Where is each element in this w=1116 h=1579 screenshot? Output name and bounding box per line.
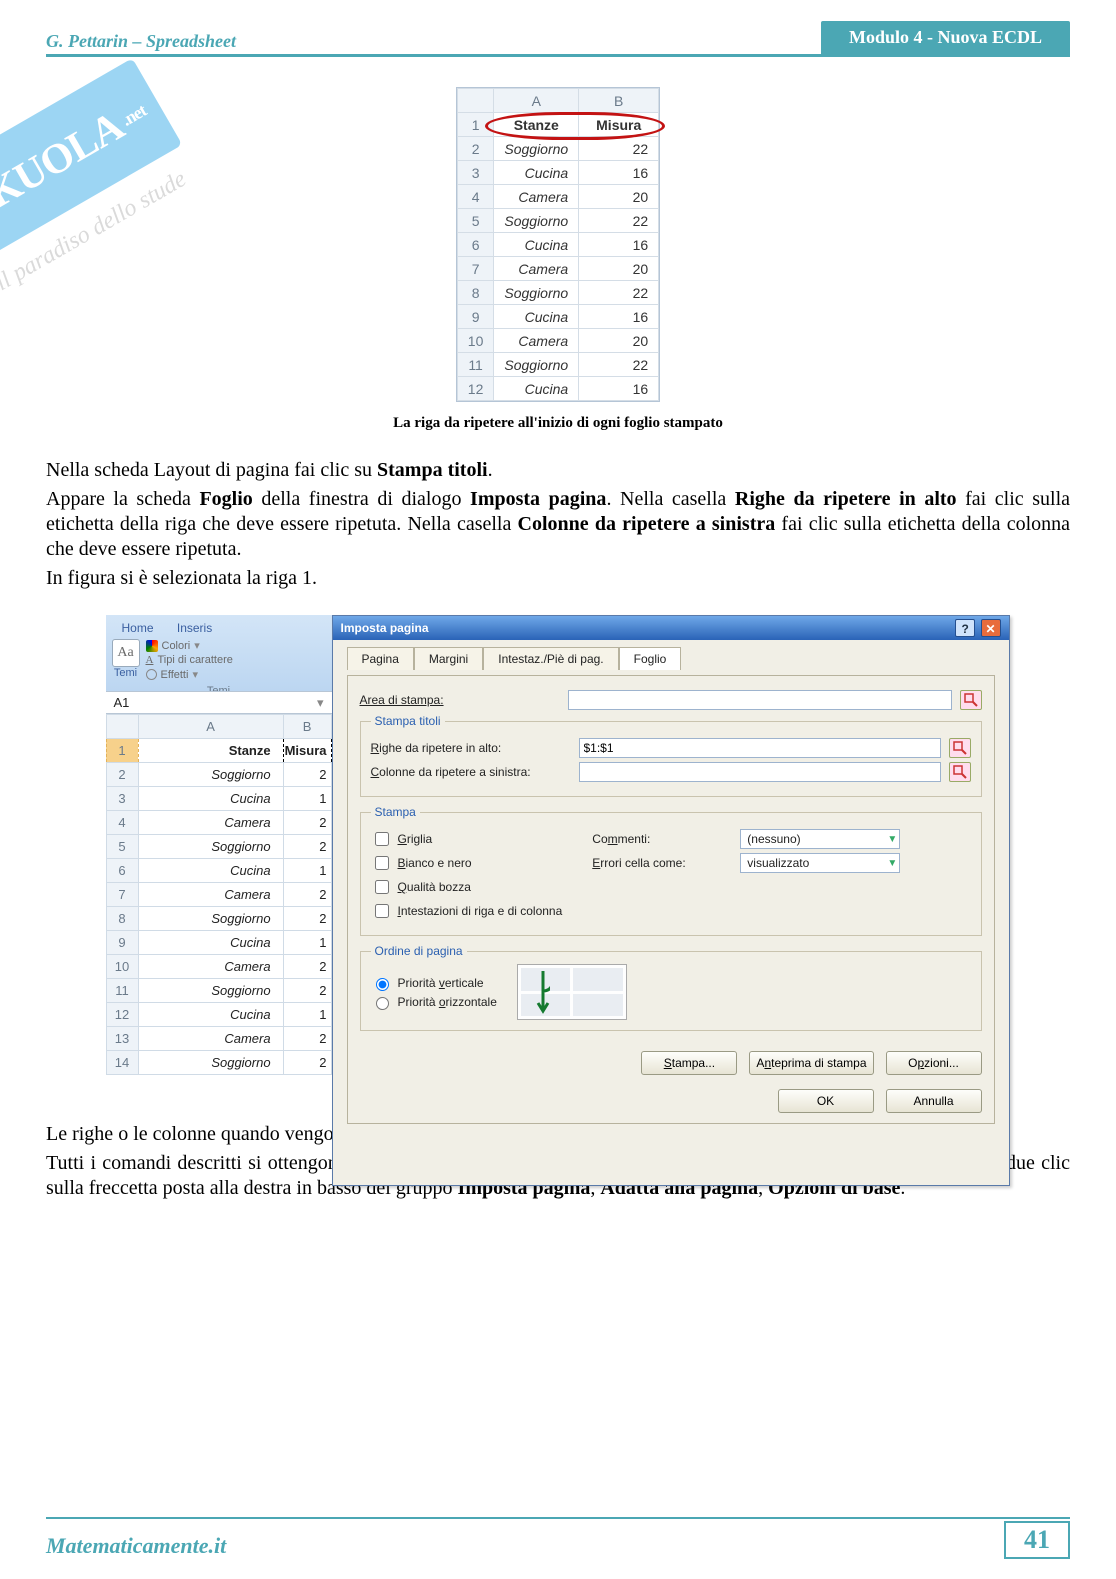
comments-select[interactable]: (nessuno)▼ <box>740 829 900 849</box>
page-setup-dialog: Imposta pagina ? ✕ PaginaMarginiIntestaz… <box>332 615 1010 1186</box>
preview-button[interactable]: Anteprima di stampa <box>749 1051 873 1075</box>
ribbon-tab-home[interactable]: Home <box>112 619 164 637</box>
footer-site: Matematicamente.it <box>46 1533 226 1559</box>
palette-icon <box>146 640 158 652</box>
gridlines-checkbox[interactable]: Griglia <box>371 829 563 849</box>
print-button[interactable]: Stampa... <box>641 1051 737 1075</box>
print-area-input[interactable] <box>568 690 952 710</box>
range-picker-icon[interactable] <box>960 690 982 710</box>
name-box[interactable]: A1 ▾ <box>106 691 332 714</box>
draft-checkbox[interactable]: Qualità bozza <box>371 877 563 897</box>
header-rule <box>46 54 1070 57</box>
errors-select[interactable]: visualizzato▼ <box>740 853 900 873</box>
rows-repeat-input[interactable] <box>579 738 941 758</box>
doc-module: Modulo 4 - Nuova ECDL <box>821 21 1070 54</box>
dialog-tab[interactable]: Foglio <box>619 647 682 670</box>
doc-author: G. Pettarin – Spreadsheet <box>46 31 236 54</box>
order-vertical-radio[interactable]: Priorità verticale <box>371 975 497 991</box>
close-button[interactable]: ✕ <box>981 619 1001 637</box>
fonts-button[interactable]: ATipi di carattere <box>146 654 233 666</box>
page-order-preview <box>517 964 627 1020</box>
print-titles-legend: Stampa titoli <box>371 714 445 728</box>
bw-checkbox[interactable]: Bianco e nero <box>371 853 563 873</box>
paragraph-1b: Appare la scheda Foglio della finestra d… <box>46 487 1070 562</box>
print-titles-group: Stampa titoli Righe da ripetere in alto:… <box>360 714 982 797</box>
range-picker-icon[interactable] <box>949 738 971 758</box>
spreadsheet-grid[interactable]: AB1StanzeMisura2Soggiorno23Cucina14Camer… <box>106 714 332 1075</box>
effects-button[interactable]: Effetti ▾ <box>146 668 233 681</box>
cols-repeat-label: Colonne da ripetere a sinistra: <box>371 765 571 779</box>
dialog-titlebar: Imposta pagina ? ✕ <box>333 616 1009 640</box>
print-area-label: Area di stampa: <box>360 693 560 707</box>
print-options-group: Stampa Griglia Bianco e nero Qualità boz… <box>360 805 982 936</box>
dialog-tab[interactable]: Intestaz./Piè di pag. <box>483 647 618 670</box>
themes-button[interactable]: Aa <box>112 639 140 667</box>
page-order-legend: Ordine di pagina <box>371 944 467 958</box>
cols-repeat-input[interactable] <box>579 762 941 782</box>
page-order-group: Ordine di pagina Priorità verticale Prio… <box>360 944 982 1031</box>
spreadsheet-mini: AB1StanzeMisura2Soggiorno223Cucina164Cam… <box>456 87 660 402</box>
help-button[interactable]: ? <box>955 619 975 637</box>
figure2: Home Inseris Aa Temi Colori ▾ ATipi di c… <box>106 615 1011 1075</box>
cancel-button[interactable]: Annulla <box>886 1089 982 1113</box>
arrow-icon <box>536 969 550 1015</box>
ok-button[interactable]: OK <box>778 1089 874 1113</box>
dialog-tab[interactable]: Pagina <box>347 647 414 670</box>
paragraph-1c: In figura si è selezionata la riga 1. <box>46 566 1070 591</box>
headings-checkbox[interactable]: Intestazioni di riga e di colonna <box>371 901 563 921</box>
circle-icon <box>146 669 157 680</box>
comments-label: Commenti: <box>592 832 732 846</box>
dialog-title: Imposta pagina <box>341 621 429 635</box>
footer-rule <box>46 1517 1070 1519</box>
dialog-tab[interactable]: Margini <box>414 647 483 670</box>
ribbon-tab-insert[interactable]: Inseris <box>167 619 222 637</box>
rows-repeat-label: Righe da ripetere in alto: <box>371 741 571 755</box>
order-horizontal-radio[interactable]: Priorità orizzontale <box>371 994 497 1010</box>
range-picker-icon[interactable] <box>949 762 971 782</box>
ribbon: Home Inseris Aa Temi Colori ▾ ATipi di c… <box>106 615 332 691</box>
themes-button-label: Temi <box>112 667 140 679</box>
colors-button[interactable]: Colori ▾ <box>146 639 233 652</box>
errors-label: Errori cella come: <box>592 856 732 870</box>
options-button[interactable]: Opzioni... <box>886 1051 982 1075</box>
print-options-legend: Stampa <box>371 805 420 819</box>
paragraph-1a: Nella scheda Layout di pagina fai clic s… <box>46 458 1070 483</box>
page-number: 41 <box>1004 1521 1070 1559</box>
figure1-caption: La riga da ripetere all'inizio di ogni f… <box>46 415 1070 432</box>
